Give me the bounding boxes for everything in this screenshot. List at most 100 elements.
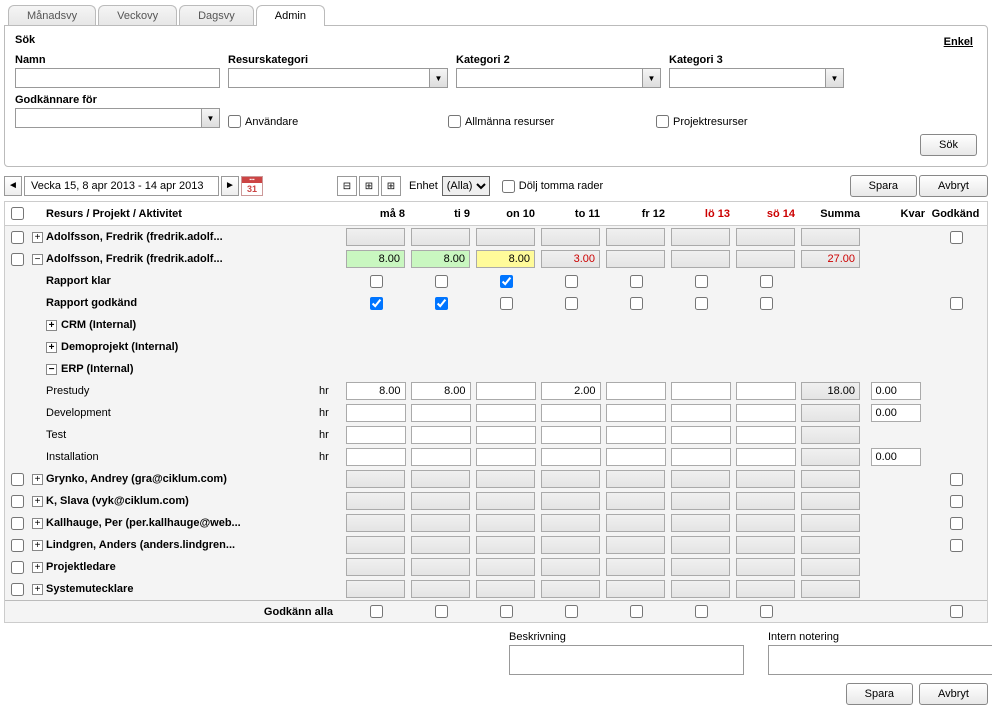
day-cell[interactable] — [606, 558, 665, 576]
day-cell[interactable] — [606, 470, 665, 488]
cancel-button-bottom[interactable]: Avbryt — [919, 683, 988, 705]
report-ready-cb[interactable] — [630, 275, 643, 288]
hours-input[interactable] — [476, 404, 536, 422]
hours-input[interactable] — [736, 448, 796, 466]
row-checkbox[interactable] — [11, 517, 24, 530]
day-cell[interactable] — [606, 228, 665, 246]
general-res-checkbox[interactable]: Allmänna resurser — [448, 115, 648, 128]
hours-input-focused[interactable] — [541, 404, 601, 422]
hours-input[interactable] — [346, 404, 406, 422]
day-cell[interactable] — [476, 558, 535, 576]
day-cell[interactable] — [476, 514, 535, 532]
day-cell[interactable] — [476, 580, 535, 598]
description-input[interactable] — [509, 645, 744, 675]
collapse-toggle[interactable]: − — [46, 364, 57, 375]
report-ready-cb[interactable] — [370, 275, 383, 288]
hours-input[interactable] — [346, 382, 406, 400]
hours-input[interactable] — [606, 448, 666, 466]
day-cell[interactable]: 3.00 — [541, 250, 600, 268]
hours-input[interactable] — [671, 426, 731, 444]
day-cell[interactable] — [346, 580, 405, 598]
approve-all-sun[interactable] — [760, 605, 773, 618]
hours-input[interactable] — [476, 382, 536, 400]
day-cell[interactable] — [671, 228, 730, 246]
hours-input[interactable] — [606, 382, 666, 400]
day-cell[interactable] — [476, 228, 535, 246]
hours-input[interactable] — [606, 404, 666, 422]
report-approved-cb[interactable] — [565, 297, 578, 310]
day-cell[interactable] — [606, 580, 665, 598]
hours-input[interactable] — [541, 426, 601, 444]
day-cell[interactable] — [411, 514, 470, 532]
internal-note-input[interactable] — [768, 645, 992, 675]
expand-toggle[interactable]: + — [32, 540, 43, 551]
project-res-checkbox[interactable]: Projektresurser — [656, 115, 748, 128]
day-cell[interactable] — [736, 470, 795, 488]
expand-toggle[interactable]: + — [32, 584, 43, 595]
day-cell[interactable] — [606, 492, 665, 510]
hours-input[interactable] — [346, 448, 406, 466]
day-cell[interactable]: 8.00 — [346, 250, 405, 268]
day-cell[interactable] — [671, 514, 730, 532]
prev-week-button[interactable]: ◄ — [4, 176, 22, 196]
hours-input[interactable] — [411, 404, 471, 422]
approver-combo[interactable]: ▼ — [15, 108, 220, 128]
day-cell[interactable] — [541, 558, 600, 576]
tab-monthly[interactable]: Månadsvy — [8, 5, 96, 26]
approve-all-thu[interactable] — [565, 605, 578, 618]
day-cell[interactable] — [606, 536, 665, 554]
name-input[interactable] — [15, 68, 220, 88]
day-cell[interactable] — [606, 514, 665, 532]
day-cell[interactable] — [736, 580, 795, 598]
day-cell[interactable] — [476, 492, 535, 510]
report-ready-cb[interactable] — [695, 275, 708, 288]
chevron-down-icon[interactable]: ▼ — [429, 69, 447, 87]
day-cell[interactable] — [346, 228, 405, 246]
hours-input[interactable] — [346, 426, 406, 444]
day-cell[interactable] — [736, 492, 795, 510]
expand-toggle[interactable]: + — [32, 474, 43, 485]
chevron-down-icon[interactable]: ▼ — [825, 69, 843, 87]
row-checkbox[interactable] — [11, 539, 24, 552]
approve-all-sat[interactable] — [695, 605, 708, 618]
hours-input[interactable] — [671, 404, 731, 422]
save-button-bottom[interactable]: Spara — [846, 683, 913, 705]
next-week-button[interactable]: ► — [221, 176, 239, 196]
approved-checkbox[interactable] — [950, 517, 963, 530]
day-cell[interactable] — [346, 492, 405, 510]
report-approved-cb[interactable] — [435, 297, 448, 310]
unit-select[interactable]: (Alla) — [442, 176, 490, 196]
day-cell[interactable] — [346, 470, 405, 488]
day-cell[interactable] — [476, 470, 535, 488]
save-button-top[interactable]: Spara — [850, 175, 917, 197]
expand-toggle[interactable]: + — [46, 320, 57, 331]
hours-input[interactable] — [736, 404, 796, 422]
hours-input[interactable] — [476, 426, 536, 444]
report-approved-cb[interactable] — [695, 297, 708, 310]
rescat-combo[interactable]: ▼ — [228, 68, 448, 88]
report-approved-cb[interactable] — [370, 297, 383, 310]
hours-input[interactable] — [606, 426, 666, 444]
chevron-down-icon[interactable]: ▼ — [201, 109, 219, 127]
row-checkbox[interactable] — [11, 583, 24, 596]
row-checkbox[interactable] — [11, 253, 24, 266]
day-cell[interactable] — [541, 514, 600, 532]
expand-toggle[interactable]: + — [32, 232, 43, 243]
users-checkbox[interactable]: Användare — [228, 115, 440, 128]
hours-input[interactable] — [476, 448, 536, 466]
approved-checkbox[interactable] — [950, 539, 963, 552]
row-checkbox[interactable] — [11, 495, 24, 508]
cat2-combo[interactable]: ▼ — [456, 68, 661, 88]
day-cell[interactable]: 8.00 — [476, 250, 535, 268]
report-approved-cb[interactable] — [500, 297, 513, 310]
day-cell[interactable] — [671, 250, 730, 268]
day-cell[interactable] — [736, 250, 795, 268]
day-cell[interactable] — [411, 228, 470, 246]
tab-weekly[interactable]: Veckovy — [98, 5, 177, 26]
day-cell[interactable] — [671, 536, 730, 554]
report-ready-cb[interactable] — [435, 275, 448, 288]
approve-all-week[interactable] — [950, 605, 963, 618]
approve-all-fri[interactable] — [630, 605, 643, 618]
collapse-all-button[interactable]: ⊟ — [337, 176, 357, 196]
hours-input[interactable] — [411, 426, 471, 444]
